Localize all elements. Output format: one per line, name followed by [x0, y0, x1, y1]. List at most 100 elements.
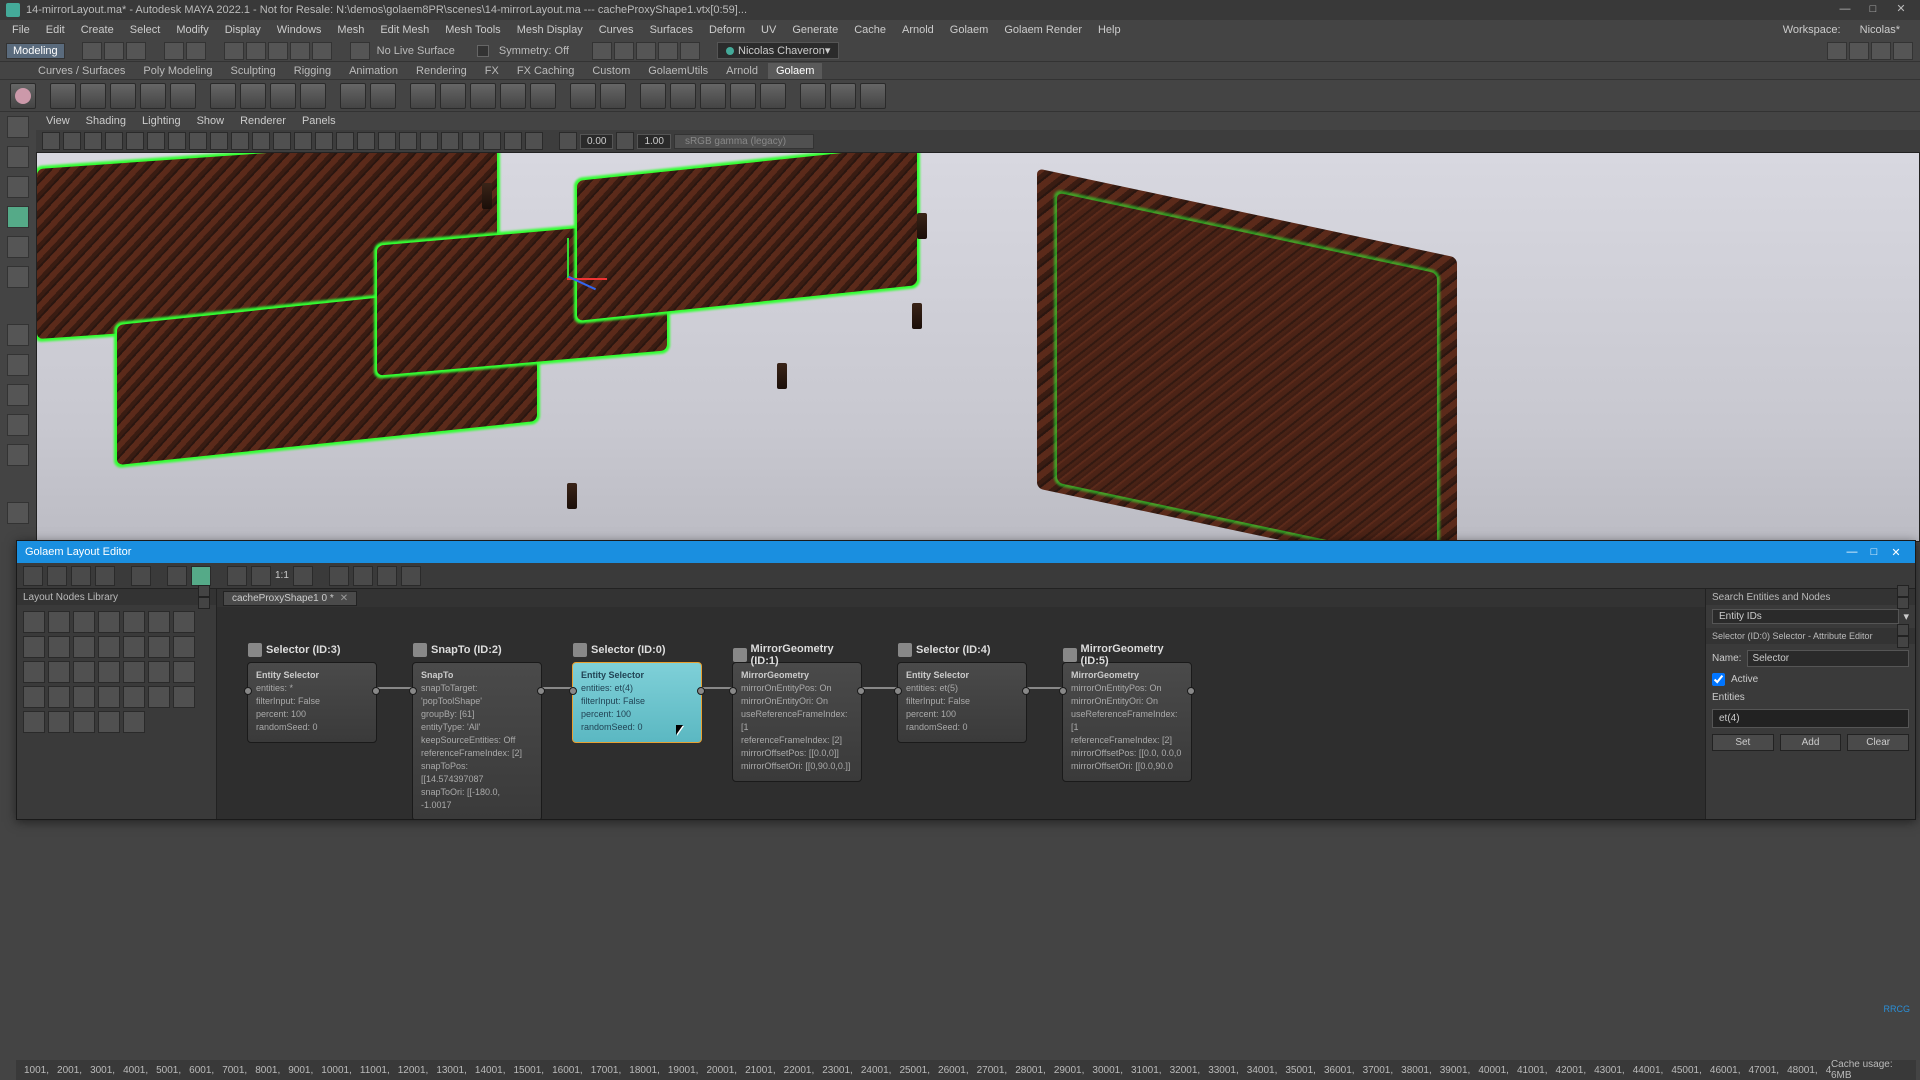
menu-display[interactable]: Display — [217, 24, 269, 36]
frame-tick[interactable]: 41001, — [1517, 1065, 1548, 1076]
vp-menu-shading[interactable]: Shading — [86, 115, 126, 127]
lib-node-icon[interactable] — [23, 711, 45, 733]
last-tool-icon[interactable] — [7, 266, 29, 288]
node-input-port[interactable] — [569, 687, 577, 695]
soldier-standalone-1[interactable] — [482, 183, 492, 209]
attr-set-button[interactable]: Set — [1712, 734, 1774, 751]
lib-node-icon[interactable] — [73, 686, 95, 708]
menu-select[interactable]: Select — [122, 24, 169, 36]
shelf-icon-export3[interactable] — [860, 83, 886, 109]
shelf-tab-fxcaching[interactable]: FX Caching — [509, 63, 582, 79]
menu-deform[interactable]: Deform — [701, 24, 753, 36]
lib-node-icon[interactable] — [98, 611, 120, 633]
frame-tick[interactable]: 36001, — [1324, 1065, 1355, 1076]
vp-tool-9[interactable] — [210, 132, 228, 150]
frame-tick[interactable]: 7001, — [222, 1065, 247, 1076]
vp-tool-10[interactable] — [231, 132, 249, 150]
frame-tick[interactable]: 39001, — [1440, 1065, 1471, 1076]
vp-tool-22[interactable] — [483, 132, 501, 150]
node-input-port[interactable] — [894, 687, 902, 695]
select-tool-icon[interactable] — [7, 116, 29, 138]
maximize-button[interactable]: □ — [1860, 1, 1886, 19]
lib-node-icon[interactable] — [23, 661, 45, 683]
frame-tick[interactable]: 37001, — [1363, 1065, 1394, 1076]
soldier-standalone-3[interactable] — [912, 303, 922, 329]
node-snapto-2[interactable]: SnapTo (ID:2) SnapTo snapToTarget: 'popT… — [412, 662, 542, 819]
soldier-standalone-5[interactable] — [567, 483, 577, 509]
attr-name-field[interactable] — [1747, 650, 1909, 667]
glm-delete-button[interactable] — [131, 566, 151, 586]
frame-tick[interactable]: 44001, — [1633, 1065, 1664, 1076]
frame-tick[interactable]: 16001, — [552, 1065, 583, 1076]
vp-tool-8[interactable] — [189, 132, 207, 150]
shelf-tab-arnold[interactable]: Arnold — [718, 63, 766, 79]
frame-tick[interactable]: 48001, — [1787, 1065, 1818, 1076]
library-undock-button[interactable] — [198, 585, 210, 597]
playback-next-button[interactable] — [658, 42, 678, 60]
glm-search-button[interactable] — [293, 566, 313, 586]
vp-exposure-field[interactable]: 0.00 — [580, 134, 613, 149]
node-output-port[interactable] — [857, 687, 865, 695]
lib-node-icon[interactable] — [73, 711, 95, 733]
lib-node-icon[interactable] — [148, 686, 170, 708]
lib-node-icon[interactable] — [48, 661, 70, 683]
attr-clear-button[interactable]: Clear — [1847, 734, 1909, 751]
shelf-icon-walk2[interactable] — [600, 83, 626, 109]
shelf-icon-walk1[interactable] — [570, 83, 596, 109]
lib-node-icon[interactable] — [123, 686, 145, 708]
shelf-icon-particles[interactable] — [300, 83, 326, 109]
golaem-minimize-button[interactable]: — — [1841, 546, 1863, 558]
shelf-tab-curves[interactable]: Curves / Surfaces — [30, 63, 133, 79]
menu-surfaces[interactable]: Surfaces — [642, 24, 701, 36]
frame-tick[interactable]: 18001, — [629, 1065, 660, 1076]
glm-snap-button[interactable] — [167, 566, 187, 586]
lib-node-icon[interactable] — [23, 636, 45, 658]
lib-node-icon[interactable] — [173, 686, 195, 708]
attr-add-button[interactable]: Add — [1780, 734, 1842, 751]
symmetry-checkbox[interactable] — [477, 45, 489, 57]
close-button[interactable]: ✕ — [1888, 1, 1914, 19]
soldier-standalone-4[interactable] — [777, 363, 787, 389]
node-input-port[interactable] — [1059, 687, 1067, 695]
time-slider-frames[interactable]: 1001,2001,3001,4001,5001,6001,7001,8001,… — [24, 1065, 1831, 1076]
vp-tool-14[interactable] — [315, 132, 333, 150]
attr-entities-value[interactable]: et(4) — [1712, 709, 1909, 728]
lib-node-icon[interactable] — [98, 636, 120, 658]
shelf-tab-rendering[interactable]: Rendering — [408, 63, 475, 79]
node-output-port[interactable] — [1022, 687, 1030, 695]
lib-node-icon[interactable] — [98, 686, 120, 708]
scale-tool-icon[interactable] — [7, 236, 29, 258]
layout-four-icon[interactable] — [7, 354, 29, 376]
menu-cache[interactable]: Cache — [846, 24, 894, 36]
golaem-titlebar[interactable]: Golaem Layout Editor — □ ✕ — [17, 541, 1915, 563]
attr-active-checkbox[interactable] — [1712, 673, 1725, 686]
live-surface-button[interactable] — [350, 42, 370, 60]
vp-tool-11[interactable] — [252, 132, 270, 150]
frame-tick[interactable]: 17001, — [591, 1065, 622, 1076]
shelf-icon-entity2[interactable] — [80, 83, 106, 109]
lib-node-icon[interactable] — [123, 636, 145, 658]
lib-node-icon[interactable] — [173, 611, 195, 633]
frame-tick[interactable]: 31001, — [1131, 1065, 1162, 1076]
frame-tick[interactable]: 46001, — [1710, 1065, 1741, 1076]
glm-open-button[interactable] — [47, 566, 67, 586]
node-selector-4[interactable]: Selector (ID:4) Entity Selector entities… — [897, 662, 1027, 743]
frame-tick[interactable]: 25001, — [899, 1065, 930, 1076]
snap-grid-button[interactable] — [224, 42, 244, 60]
glm-layout3-button[interactable] — [377, 566, 397, 586]
frame-tick[interactable]: 6001, — [189, 1065, 214, 1076]
glm-layout4-button[interactable] — [401, 566, 421, 586]
frame-tick[interactable]: 42001, — [1556, 1065, 1587, 1076]
shelf-icon-export1[interactable] — [800, 83, 826, 109]
new-scene-button[interactable] — [82, 42, 102, 60]
frame-tick[interactable]: 27001, — [977, 1065, 1008, 1076]
menu-golaem-render[interactable]: Golaem Render — [996, 24, 1090, 36]
shelf-tab-sculpt[interactable]: Sculpting — [223, 63, 284, 79]
render-view-button[interactable] — [1827, 42, 1847, 60]
frame-tick[interactable]: 34001, — [1247, 1065, 1278, 1076]
frame-tick[interactable]: 14001, — [475, 1065, 506, 1076]
lib-node-icon[interactable] — [23, 686, 45, 708]
frame-tick[interactable]: 47001, — [1749, 1065, 1780, 1076]
shelf-icon-shape3[interactable] — [470, 83, 496, 109]
frame-tick[interactable]: 11001, — [360, 1065, 390, 1076]
